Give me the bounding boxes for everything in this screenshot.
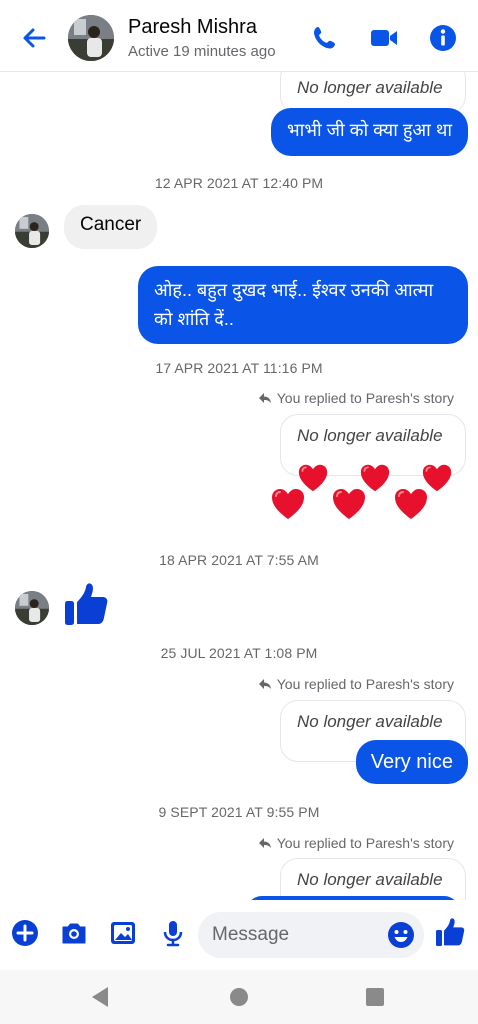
story-reply-label: You replied to Paresh's story [276, 835, 454, 851]
story-reply-note: You replied to Paresh's story [258, 390, 454, 406]
story-unavailable-text: No longer available [297, 712, 443, 731]
nav-home-icon[interactable] [224, 982, 254, 1012]
avatar[interactable] [15, 214, 49, 248]
story-reply-note: You replied to Paresh's story [258, 835, 454, 851]
phone-icon[interactable] [309, 22, 341, 54]
outgoing-message[interactable]: Very nice [355, 740, 468, 784]
back-arrow-icon[interactable] [18, 22, 50, 54]
contact-name[interactable]: Paresh Mishra [128, 16, 257, 39]
heart-icon [298, 464, 328, 492]
timestamp: 12 APR 2021 AT 12:40 PM [154, 175, 324, 191]
video-icon[interactable] [368, 22, 400, 54]
outgoing-message[interactable]: ओह.. बहुत दुखद भाई.. ईश्वर उनकी आत्मा को… [138, 266, 468, 344]
timestamp: 25 JUL 2021 AT 1:08 PM [160, 645, 318, 661]
plus-icon[interactable] [10, 918, 40, 948]
thumbs-up-icon[interactable] [62, 580, 110, 628]
story-unavailable-text: No longer available [297, 870, 443, 889]
info-icon[interactable] [427, 22, 459, 54]
message-line: को शांति दें.. [154, 309, 234, 329]
reply-icon [258, 679, 271, 689]
timestamp: 18 APR 2021 AT 7:55 AM [159, 552, 319, 568]
timestamp: 17 APR 2021 AT 11:16 PM [155, 360, 323, 376]
gallery-icon[interactable] [108, 918, 138, 948]
outgoing-message[interactable]: भाभी जी को क्या हुआ था [271, 108, 468, 156]
heart-icon [422, 464, 452, 492]
heart-icon [360, 464, 390, 492]
emoji-icon[interactable] [386, 920, 416, 950]
incoming-message[interactable]: Cancer [64, 205, 158, 249]
mic-icon[interactable] [158, 918, 188, 948]
nav-back-icon[interactable] [86, 982, 116, 1012]
avatar[interactable] [68, 15, 114, 61]
timestamp: 9 SEPT 2021 AT 9:55 PM [158, 804, 320, 820]
chat-header: Paresh Mishra Active 19 minutes ago [0, 0, 478, 72]
nav-recents-icon[interactable] [360, 982, 390, 1012]
story-reply-label: You replied to Paresh's story [276, 676, 454, 692]
avatar[interactable] [15, 591, 49, 625]
reply-icon [258, 393, 271, 403]
active-status: Active 19 minutes ago [128, 43, 276, 60]
story-unavailable-text: No longer available [297, 78, 443, 97]
reply-icon [258, 838, 271, 848]
story-reply-note: You replied to Paresh's story [258, 676, 454, 692]
camera-icon[interactable] [59, 918, 89, 948]
message-line: ओह.. बहुत दुखद भाई.. ईश्वर उनकी आत्मा [154, 280, 434, 300]
story-reply-label: You replied to Paresh's story [276, 390, 454, 406]
story-unavailable-text: No longer available [297, 426, 443, 445]
like-icon[interactable] [434, 916, 466, 948]
